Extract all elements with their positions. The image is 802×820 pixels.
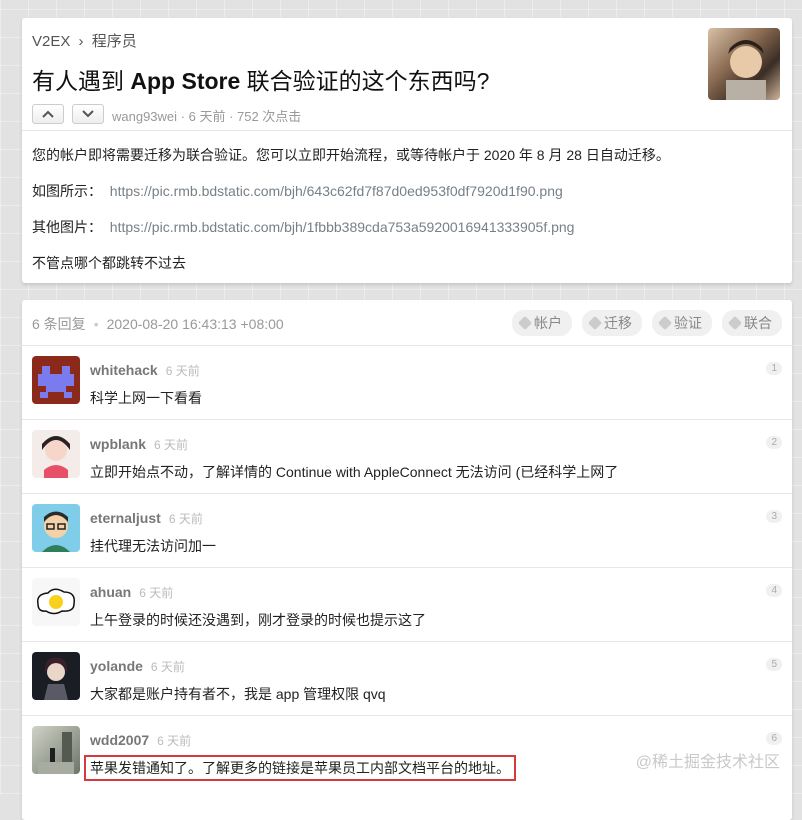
reply-text: 科学上网一下看看 xyxy=(90,390,202,406)
avatar[interactable] xyxy=(32,726,80,774)
avatar[interactable] xyxy=(32,430,80,478)
topic-meta: wang93wei · 6 天前 · 752 次点击 xyxy=(112,109,302,124)
tag-icon xyxy=(517,315,533,331)
upvote-button[interactable] xyxy=(32,104,64,124)
tag-list: 帐户 迁移 验证 联合 xyxy=(512,310,782,336)
replies-header: 6 条回复 • 2020-08-20 16:43:13 +08:00 xyxy=(32,314,284,334)
topic-box: V2EX › 程序员 有人遇到 App Store 联合验证的这个东西吗? wa… xyxy=(22,18,792,283)
tag-item[interactable]: 验证 xyxy=(652,310,712,336)
reply-time: 6 天前 xyxy=(168,512,203,526)
reply-count: 6 条回复 xyxy=(32,316,86,332)
vote-buttons xyxy=(32,104,104,124)
content-line: 如图所示： https://pic.rmb.bdstatic.com/bjh/6… xyxy=(32,183,563,199)
reply-author: eternaljust 6 天前 xyxy=(90,510,203,527)
reply-time: 6 天前 xyxy=(154,438,189,452)
reply-time: 6 天前 xyxy=(139,586,174,600)
breadcrumb-separator: › xyxy=(78,33,84,50)
reply-author: wpblank 6 天前 xyxy=(90,436,188,453)
avatar[interactable] xyxy=(32,578,80,626)
reply-author: yolande 6 天前 xyxy=(90,658,185,675)
image-link[interactable]: https://pic.rmb.bdstatic.com/bjh/1fbbb38… xyxy=(110,219,575,235)
reply-item: wpblank 6 天前 立即开始点不动，了解详情的 Continue with … xyxy=(22,419,792,494)
reply-number: 5 xyxy=(766,658,782,671)
username-link[interactable]: ahuan xyxy=(90,584,131,600)
watermark: @稀土掘金技术社区 xyxy=(635,754,780,771)
tag-icon xyxy=(657,315,673,331)
chevron-up-icon xyxy=(42,110,54,118)
tag-icon xyxy=(727,315,743,331)
reply-item: eternaljust 6 天前 挂代理无法访问加一 3 xyxy=(22,493,792,568)
reply-author: whitehack 6 天前 xyxy=(90,362,200,379)
reply-text: 苹果发错通知了。了解更多的链接是苹果员工内部文档平台的地址。 xyxy=(84,755,516,781)
avatar[interactable] xyxy=(32,356,80,404)
reply-item: yolande 6 天前 大家都是账户持有者不，我是 app 管理权限 qvq 5 xyxy=(22,641,792,716)
reply-number: 3 xyxy=(766,510,782,523)
replies-box: 6 条回复 • 2020-08-20 16:43:13 +08:00 帐户 迁移… xyxy=(22,300,792,820)
tag-item[interactable]: 迁移 xyxy=(582,310,642,336)
avatar[interactable] xyxy=(32,652,80,700)
username-link[interactable]: wdd2007 xyxy=(90,732,149,748)
topic-title: 有人遇到 App Store 联合验证的这个东西吗? xyxy=(32,68,490,94)
reply-number: 1 xyxy=(766,362,782,375)
content-line: 不管点哪个都跳转不过去 xyxy=(32,255,186,271)
content-line: 您的帐户即将需要迁移为联合验证。您可以立即开始流程，或等待帐户于 2020 年 … xyxy=(32,147,670,163)
reply-author: wdd2007 6 天前 xyxy=(90,732,191,749)
username-link[interactable]: wpblank xyxy=(90,436,146,452)
topic-divider xyxy=(22,130,792,131)
reply-text: 大家都是账户持有者不，我是 app 管理权限 qvq xyxy=(90,686,386,702)
reply-time: 6 天前 xyxy=(165,364,200,378)
reply-text: 挂代理无法访问加一 xyxy=(90,538,216,554)
downvote-button[interactable] xyxy=(72,104,104,124)
username-link[interactable]: yolande xyxy=(90,658,143,674)
reply-text: 立即开始点不动，了解详情的 Continue with AppleConnect… xyxy=(90,464,619,480)
tag-item[interactable]: 联合 xyxy=(722,310,782,336)
last-reply-date: 2020-08-20 16:43:13 +08:00 xyxy=(106,316,284,332)
header-dot: • xyxy=(93,316,99,332)
chevron-down-icon xyxy=(82,110,94,118)
reply-number: 2 xyxy=(766,436,782,449)
author-avatar[interactable] xyxy=(708,28,780,100)
avatar[interactable] xyxy=(32,504,80,552)
reply-author: ahuan 6 天前 xyxy=(90,584,173,601)
reply-number: 4 xyxy=(766,584,782,597)
breadcrumb: V2EX › 程序员 xyxy=(32,30,137,51)
reply-time: 6 天前 xyxy=(157,734,192,748)
username-link[interactable]: eternaljust xyxy=(90,510,161,526)
topic-content: 您的帐户即将需要迁移为联合验证。您可以立即开始流程，或等待帐户于 2020 年 … xyxy=(32,146,780,290)
breadcrumb-node-link[interactable]: 程序员 xyxy=(92,33,137,50)
image-link[interactable]: https://pic.rmb.bdstatic.com/bjh/643c62f… xyxy=(110,183,563,199)
content-line: 其他图片： https://pic.rmb.bdstatic.com/bjh/1… xyxy=(32,219,575,235)
tag-item[interactable]: 帐户 xyxy=(512,310,572,336)
reply-number: 6 xyxy=(766,732,782,745)
reply-time: 6 天前 xyxy=(150,660,185,674)
tag-icon xyxy=(587,315,603,331)
reply-text: 上午登录的时候还没遇到，刚才登录的时候也提示这了 xyxy=(90,612,426,628)
highlighted-reply-text: 苹果发错通知了。了解更多的链接是苹果员工内部文档平台的地址。 xyxy=(84,755,516,781)
username-link[interactable]: whitehack xyxy=(90,362,158,378)
reply-item: ahuan 6 天前 上午登录的时候还没遇到，刚才登录的时候也提示这了 4 xyxy=(22,567,792,642)
reply-item: whitehack 6 天前 科学上网一下看看 1 xyxy=(22,345,792,420)
breadcrumb-site-link[interactable]: V2EX xyxy=(32,33,70,50)
